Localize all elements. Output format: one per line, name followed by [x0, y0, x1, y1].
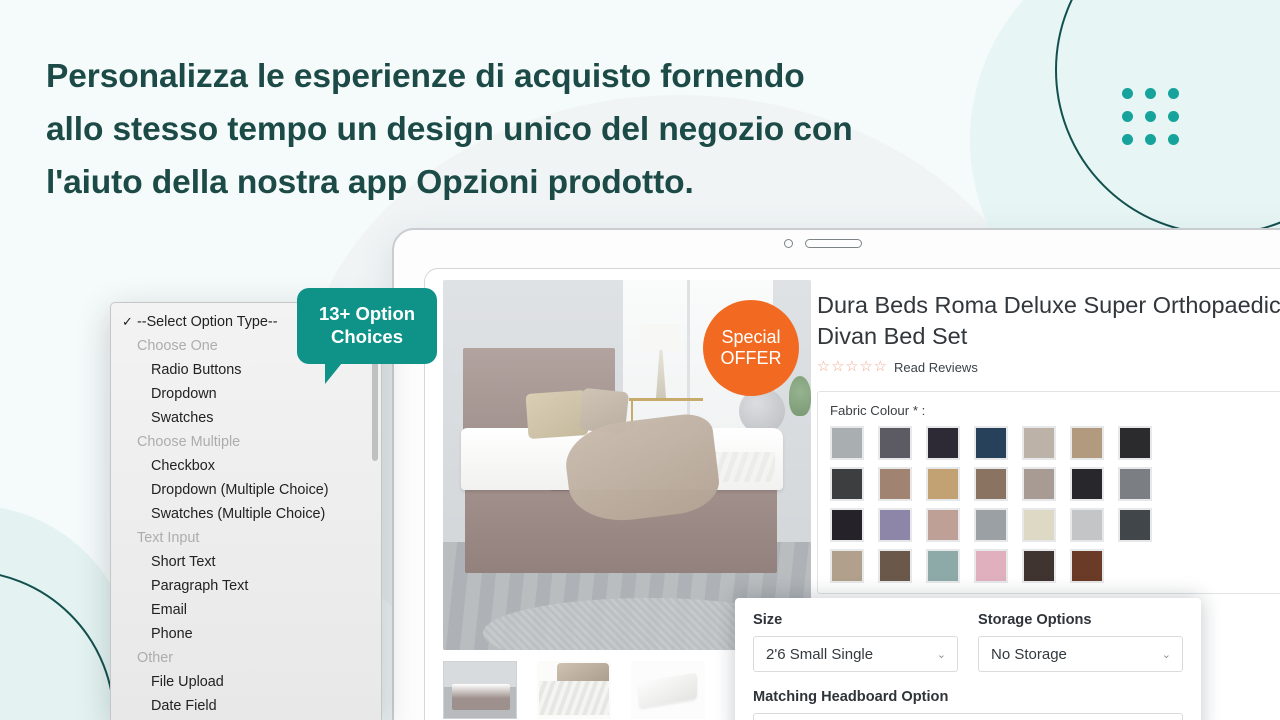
fabric-swatch[interactable]	[830, 549, 864, 583]
fabric-swatch[interactable]	[974, 467, 1008, 501]
fabric-swatch[interactable]	[926, 508, 960, 542]
storage-field: Storage Options No Storage ⌄	[978, 612, 1183, 672]
offer-badge-line-2: OFFER	[720, 348, 782, 368]
promo-banner: Personalizza le esperienze di acquisto f…	[0, 0, 1280, 720]
headboard-label: Matching Headboard Option	[753, 689, 949, 705]
storage-select[interactable]: No Storage ⌄	[978, 636, 1183, 672]
plant	[789, 376, 811, 416]
speaker-icon	[805, 239, 862, 248]
fabric-swatch[interactable]	[974, 426, 1008, 460]
menu-item[interactable]: Phone	[111, 622, 381, 646]
fabric-swatch[interactable]	[878, 508, 912, 542]
camera-icon	[784, 239, 793, 248]
fabric-swatch[interactable]	[878, 467, 912, 501]
headline-line-2: allo stesso tempo un design unico del ne…	[46, 111, 853, 148]
star-rating-icon: ☆☆☆☆☆	[817, 359, 888, 375]
product-rating: ☆☆☆☆☆ Read Reviews	[817, 359, 1280, 375]
menu-item-label: --Select Option Type--	[137, 314, 278, 330]
fabric-swatch[interactable]	[1022, 549, 1056, 583]
storage-label: Storage Options	[978, 612, 1092, 628]
dot-grid-icon	[1122, 88, 1182, 148]
menu-item[interactable]: Date Field	[111, 694, 381, 718]
fabric-swatch[interactable]	[926, 549, 960, 583]
thumbnail-room[interactable]	[443, 661, 517, 719]
size-select[interactable]: 2'6 Small Single ⌄	[753, 636, 958, 672]
fabric-swatch[interactable]	[926, 467, 960, 501]
fabric-swatch[interactable]	[926, 426, 960, 460]
menu-item[interactable]: Dropdown	[111, 382, 381, 406]
fabric-swatch[interactable]	[974, 508, 1008, 542]
headboard-select[interactable]	[753, 713, 1183, 720]
thumbnail-single-mattress[interactable]	[631, 661, 705, 719]
fabric-colour-label: Fabric Colour * :	[830, 403, 926, 418]
fabric-swatch[interactable]	[1070, 467, 1104, 501]
size-label: Size	[753, 612, 783, 628]
menu-item[interactable]: Short Text	[111, 550, 381, 574]
storage-value: No Storage	[991, 645, 1067, 663]
chevron-down-icon: ⌄	[936, 648, 946, 661]
ring-outline-bottom-left	[0, 570, 115, 720]
read-reviews-link[interactable]: Read Reviews	[894, 360, 978, 375]
fabric-swatch[interactable]	[878, 426, 912, 460]
menu-item[interactable]: File Upload	[111, 670, 381, 694]
product-title: Dura Beds Roma Deluxe Super Orthopaedic …	[817, 292, 1280, 349]
menu-item[interactable]: Checkbox	[111, 454, 381, 478]
fabric-swatch[interactable]	[830, 467, 864, 501]
fabric-swatch[interactable]	[1022, 467, 1056, 501]
options-row: Size 2'6 Small Single ⌄ Storage Options …	[753, 612, 1183, 672]
tooltip-line-2: Choices	[331, 326, 403, 347]
menu-item[interactable]: Dropdown (Multiple Choice)	[111, 478, 381, 502]
fabric-swatch[interactable]	[1118, 426, 1152, 460]
thumbnail-mattress-closeup[interactable]	[537, 661, 611, 719]
chevron-down-icon: ⌄	[1161, 648, 1171, 661]
menu-group-label: Text Input	[137, 530, 200, 546]
headline: Personalizza le esperienze di acquisto f…	[46, 50, 986, 209]
checkmark-icon: ✓	[122, 314, 133, 329]
fabric-swatch[interactable]	[878, 549, 912, 583]
side-table	[629, 398, 703, 448]
tablet-top-bar	[394, 230, 1280, 256]
option-choices-tooltip: 13+ Option Choices	[297, 288, 437, 384]
fabric-swatch[interactable]	[830, 508, 864, 542]
special-offer-badge: Special OFFER	[703, 300, 799, 396]
lamp-shade	[641, 324, 681, 352]
fabric-swatch[interactable]	[1022, 426, 1056, 460]
menu-item[interactable]: Paragraph Text	[111, 574, 381, 598]
fabric-swatch[interactable]	[974, 549, 1008, 583]
fabric-colour-section: Fabric Colour * :	[817, 391, 1280, 594]
fabric-swatch[interactable]	[1070, 426, 1104, 460]
tooltip-line-1: 13+ Option	[318, 303, 416, 325]
menu-group-label: Choose Multiple	[137, 434, 241, 450]
fabric-swatch[interactable]	[1070, 508, 1104, 542]
product-options-panel: Size 2'6 Small Single ⌄ Storage Options …	[735, 598, 1201, 720]
offer-badge-line-1: Special	[721, 326, 781, 347]
headline-line-3: l'aiuto della nostra app Opzioni prodott…	[46, 164, 694, 201]
fabric-swatch[interactable]	[1118, 508, 1152, 542]
menu-group-label: Other	[137, 650, 173, 666]
product-hero-image[interactable]: Special OFFER	[443, 280, 811, 650]
menu-item[interactable]: Email	[111, 598, 381, 622]
fabric-swatch[interactable]	[1070, 549, 1104, 583]
size-value: 2'6 Small Single	[766, 645, 874, 663]
pillow	[525, 389, 589, 440]
headline-line-1: Personalizza le esperienze di acquisto f…	[46, 58, 805, 95]
menu-item[interactable]: Swatches	[111, 406, 381, 430]
fabric-swatch[interactable]	[1022, 508, 1056, 542]
fabric-swatch[interactable]	[830, 426, 864, 460]
fabric-swatch[interactable]	[1118, 467, 1152, 501]
menu-item[interactable]: Swatches (Multiple Choice)	[111, 502, 381, 526]
fabric-swatch-grid	[830, 426, 1280, 583]
size-field: Size 2'6 Small Single ⌄	[753, 612, 958, 672]
